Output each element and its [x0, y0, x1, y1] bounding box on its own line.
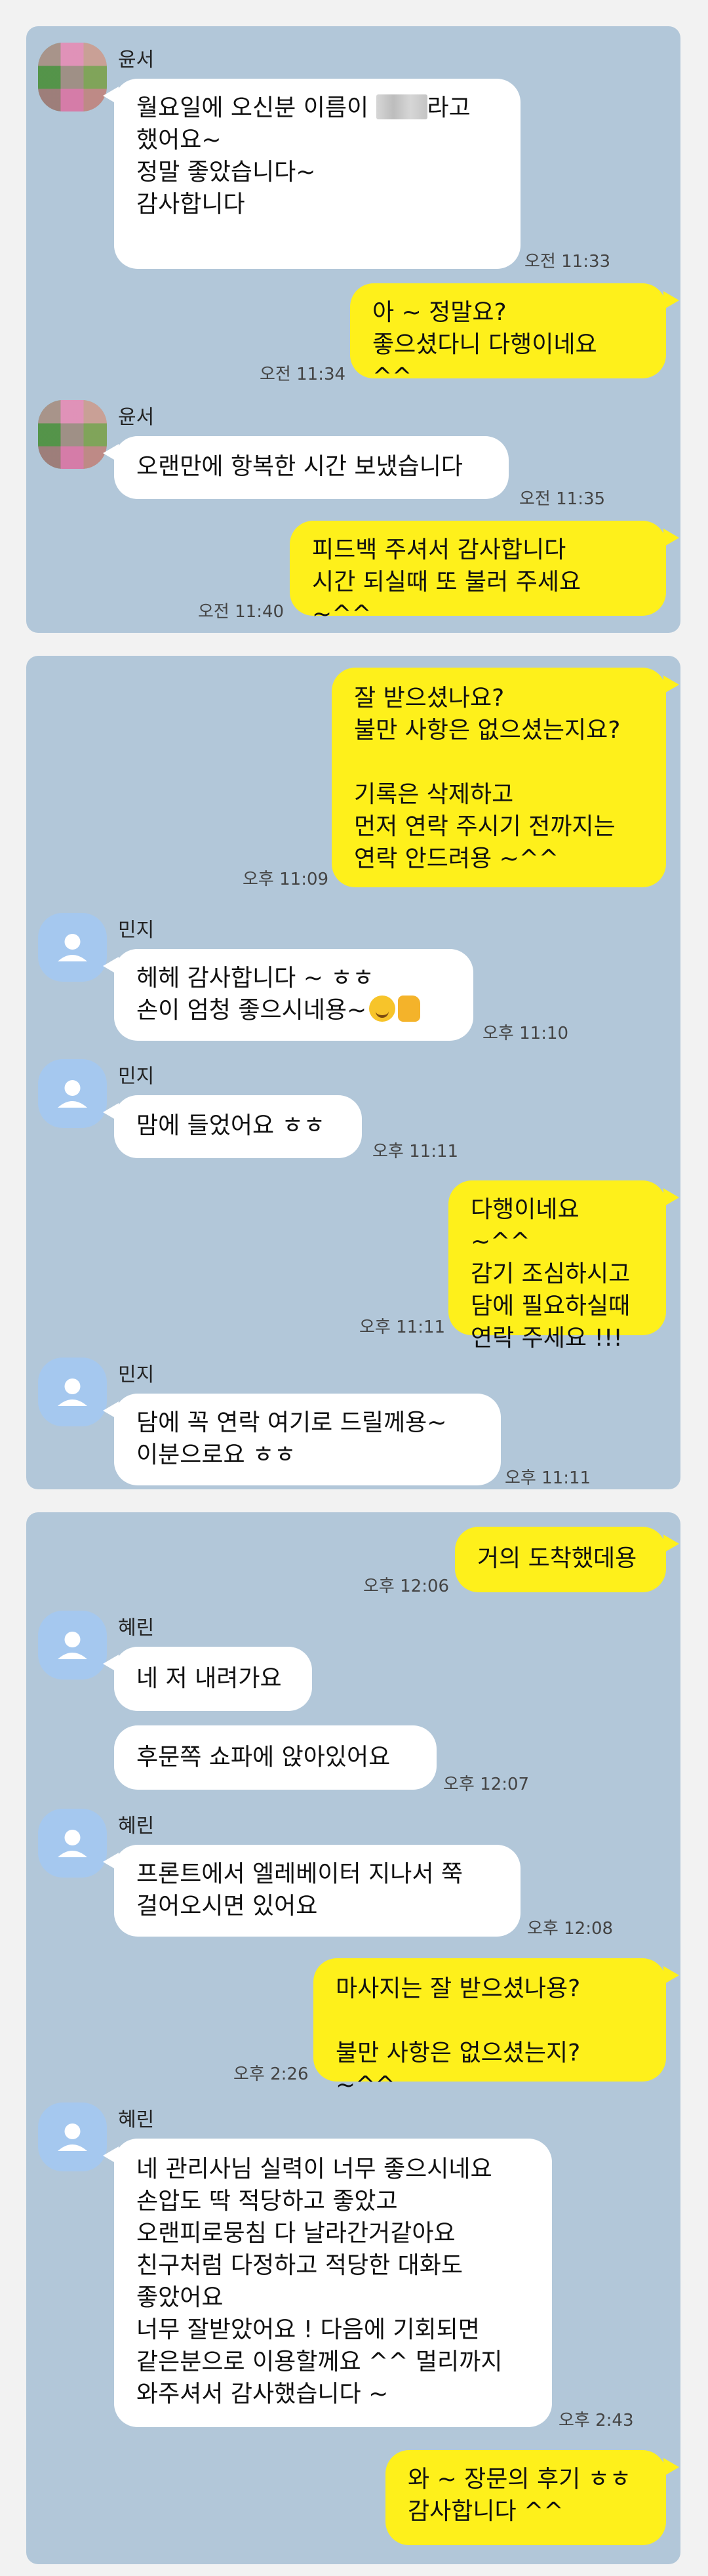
message-text: 했어요~ 정말 좋았습니다~ 감사합니다	[136, 127, 316, 218]
sender-name: 민지	[118, 1065, 155, 1088]
message-time: 오후 11:11	[505, 1468, 591, 1488]
message-time: 오후 11:11	[359, 1318, 446, 1337]
chat-panel-3: 거의 도착했데용 오후 12:06 혜린 네 저 내려가요 후문쪽 쇼파에 앉아…	[26, 1512, 680, 2564]
message-time: 오후 12:07	[443, 1775, 530, 1794]
redacted-name	[376, 94, 427, 119]
avatar-minji[interactable]	[38, 913, 107, 982]
message-time: 오후 11:11	[372, 1142, 459, 1161]
message-bubble[interactable]: 프론트에서 엘레베이터 지나서 쭉 걸어오시면 있어요	[114, 1845, 521, 1937]
sender-name: 민지	[118, 919, 155, 942]
avatar-minji[interactable]	[38, 1059, 107, 1128]
message-time: 오전 11:34	[260, 365, 346, 384]
chat-panel-1: 윤서 월요일에 오신분 이름이 라고 했어요~ 정말 좋았습니다~ 감사합니다 …	[26, 26, 680, 633]
avatar-hyerin[interactable]	[38, 2103, 107, 2171]
message-bubble[interactable]: 아 ~ 정말요? 좋으셨다니 다행이네요 ^^	[350, 283, 666, 390]
message-bubble[interactable]: 와 ~ 장문의 후기 ㅎㅎ 감사합니다 ^^	[385, 2450, 666, 2545]
message-text: 손이 엄청 좋으시네용~	[136, 997, 367, 1024]
message-text: 월요일에 오신분 이름이	[136, 94, 376, 121]
thumbs-up-icon	[398, 996, 421, 1022]
sender-name: 윤서	[118, 49, 155, 71]
message-time: 오후 11:10	[482, 1024, 569, 1043]
message-bubble[interactable]: 후문쪽 쇼파에 앉아있어요	[114, 1725, 437, 1790]
message-time: 오전 11:35	[519, 489, 606, 509]
message-bubble[interactable]: 헤헤 감사합니다 ~ ㅎㅎ 손이 엄청 좋으시네용~	[114, 949, 473, 1041]
message-bubble[interactable]: 네 저 내려가요	[114, 1647, 312, 1711]
sender-name: 혜린	[118, 1815, 155, 1838]
avatar-hyerin[interactable]	[38, 1809, 107, 1878]
message-bubble[interactable]: 네 관리사님 실력이 너무 좋으시네요 손압도 딱 적당하고 좋았고 오랜피로뭉…	[114, 2139, 552, 2427]
message-text: 헤헤 감사합니다 ~ ㅎㅎ	[136, 965, 374, 992]
message-bubble[interactable]: 마사지는 잘 받으셨나용? 불만 사항은 없으셨는지? ~^^	[313, 1958, 666, 2099]
message-time: 오전 11:33	[524, 252, 611, 272]
sender-name: 혜린	[118, 1617, 155, 1640]
sender-name: 혜린	[118, 2108, 155, 2131]
message-text: 라고	[427, 94, 471, 121]
message-time: 오후 2:26	[233, 2064, 309, 2084]
chat-panel-2: 잘 받으셨나요? 불만 사항은 없으셨는지요? 기록은 삭제하고 먼저 연락 주…	[26, 656, 680, 1489]
message-time: 오후 2:43	[559, 2411, 634, 2430]
sender-name: 윤서	[118, 406, 155, 429]
message-bubble[interactable]: 피드백 주셔서 감사합니다 시간 되실때 또 불러 주세요 ~^^	[290, 521, 666, 628]
sender-name: 민지	[118, 1363, 155, 1386]
avatar-minji[interactable]	[38, 1358, 107, 1426]
message-bubble[interactable]: 월요일에 오신분 이름이 라고 했어요~ 정말 좋았습니다~ 감사합니다	[114, 79, 521, 269]
message-bubble[interactable]: 맘에 들었어요 ㅎㅎ	[114, 1095, 362, 1158]
wink-emoji-icon	[369, 996, 396, 1022]
avatar-hyerin[interactable]	[38, 1611, 107, 1680]
message-bubble[interactable]: 다행이네요 ~^^ 감기 조심하시고 담에 필요하실때 연락 주세요 !!!	[448, 1180, 666, 1352]
message-time: 오후 12:08	[527, 1919, 614, 1939]
message-time: 오후 12:06	[363, 1577, 450, 1596]
message-bubble[interactable]: 잘 받으셨나요? 불만 사항은 없으셨는지요? 기록은 삭제하고 먼저 연락 주…	[332, 668, 666, 887]
message-bubble[interactable]: 오랜만에 항복한 시간 보냈습니다	[114, 436, 509, 499]
avatar-yunseo[interactable]	[38, 43, 107, 111]
message-bubble[interactable]: 거의 도착했데용	[455, 1527, 666, 1592]
avatar-yunseo[interactable]	[38, 400, 107, 469]
message-time: 오전 11:40	[198, 602, 285, 622]
message-bubble[interactable]: 담에 꼭 연락 여기로 드릴께용~ 이분으로요 ㅎㅎ	[114, 1394, 501, 1485]
message-time: 오후 11:09	[243, 870, 329, 889]
